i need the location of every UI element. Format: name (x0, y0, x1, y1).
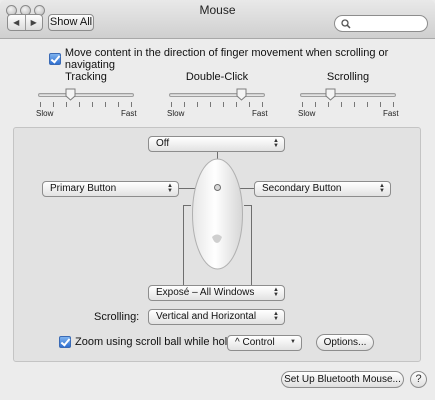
title-bar: Mouse ◀ ▶ Show All (0, 0, 435, 39)
side-button-select[interactable]: Exposé – All Windows ▲ ▼ (148, 285, 285, 301)
forward-arrow-icon[interactable]: ▶ (26, 15, 43, 30)
primary-button-select[interactable]: Primary Button ▲ ▼ (42, 181, 179, 197)
tracking-slow-label: Slow (36, 109, 54, 118)
set-up-bluetooth-mouse-button[interactable]: Set Up Bluetooth Mouse... (281, 371, 404, 388)
options-button[interactable]: Options... (316, 334, 374, 351)
scroll-ball (214, 184, 221, 191)
tracking-title: Tracking (65, 71, 107, 83)
side-right-connector-tick (244, 205, 252, 206)
popup-arrows-icon: ▲ ▼ (273, 311, 279, 322)
side-button-value: Exposé – All Windows (156, 287, 255, 298)
secondary-button-select[interactable]: Secondary Button ▲ ▼ (254, 181, 391, 197)
mouse-illustration (192, 158, 243, 270)
double-click-slow-label: Slow (167, 109, 185, 118)
help-button[interactable]: ? (410, 371, 427, 388)
zoom-label: Zoom using scroll ball while holding (75, 336, 249, 348)
side-left-connector-line (183, 205, 184, 285)
tracking-fast-label: Fast (121, 109, 137, 118)
zoom-checkbox[interactable] (59, 336, 71, 348)
back-arrow-icon[interactable]: ◀ (8, 15, 26, 30)
primary-button-value: Primary Button (50, 183, 117, 194)
search-field[interactable] (334, 15, 428, 32)
scroll-direction-checkbox[interactable] (49, 53, 61, 65)
double-click-title: Double-Click (185, 71, 249, 83)
chevron-down-icon: ▼ (290, 339, 296, 345)
tracking-ticks (38, 102, 134, 107)
popup-arrows-icon: ▲ ▼ (273, 287, 279, 298)
double-click-fast-label: Fast (252, 109, 268, 118)
double-click-ticks (169, 102, 265, 107)
scrolling-direction-select[interactable]: Vertical and Horizontal ▲ ▼ (148, 309, 285, 325)
double-click-slider-track[interactable] (169, 93, 265, 97)
popup-arrows-icon: ▲ ▼ (167, 183, 173, 194)
tracking-slider-track[interactable] (38, 93, 134, 97)
double-click-slider-knob[interactable] (236, 88, 247, 101)
scrolling-slider-knob[interactable] (325, 88, 336, 101)
scroll-direction-label: Move content in the direction of finger … (64, 47, 389, 71)
popup-arrows-icon: ▲ ▼ (379, 183, 385, 194)
show-all-button[interactable]: Show All (48, 14, 94, 31)
scrolling-option-label: Scrolling: (94, 311, 140, 323)
scroll-direction-option[interactable]: Move content in the direction of finger … (49, 47, 435, 71)
scrolling-fast-label: Fast (383, 109, 399, 118)
scrolling-speed-title: Scrolling (326, 71, 370, 83)
popup-arrows-icon: ▲ ▼ (273, 138, 279, 149)
scrolling-direction-value: Vertical and Horizontal (156, 311, 257, 322)
scrolling-slider-track[interactable] (300, 93, 396, 97)
mouse-preferences-window: Mouse ◀ ▶ Show All Move content in the d… (0, 0, 435, 400)
top-button-value: Off (156, 138, 170, 149)
scrolling-ticks (300, 102, 396, 107)
back-forward-control: ◀ ▶ (7, 14, 43, 31)
secondary-button-value: Secondary Button (262, 183, 342, 194)
top-button-select[interactable]: Off ▲ ▼ (148, 136, 285, 152)
side-right-connector-line (251, 205, 252, 285)
zoom-modifier-select[interactable]: ^ Control ▼ (227, 335, 302, 351)
zoom-option[interactable]: Zoom using scroll ball while holding (59, 336, 248, 348)
search-icon (341, 19, 351, 29)
zoom-modifier-value: ^ Control (235, 337, 275, 348)
scrolling-slow-label: Slow (298, 109, 316, 118)
tracking-slider-knob[interactable] (65, 88, 76, 101)
